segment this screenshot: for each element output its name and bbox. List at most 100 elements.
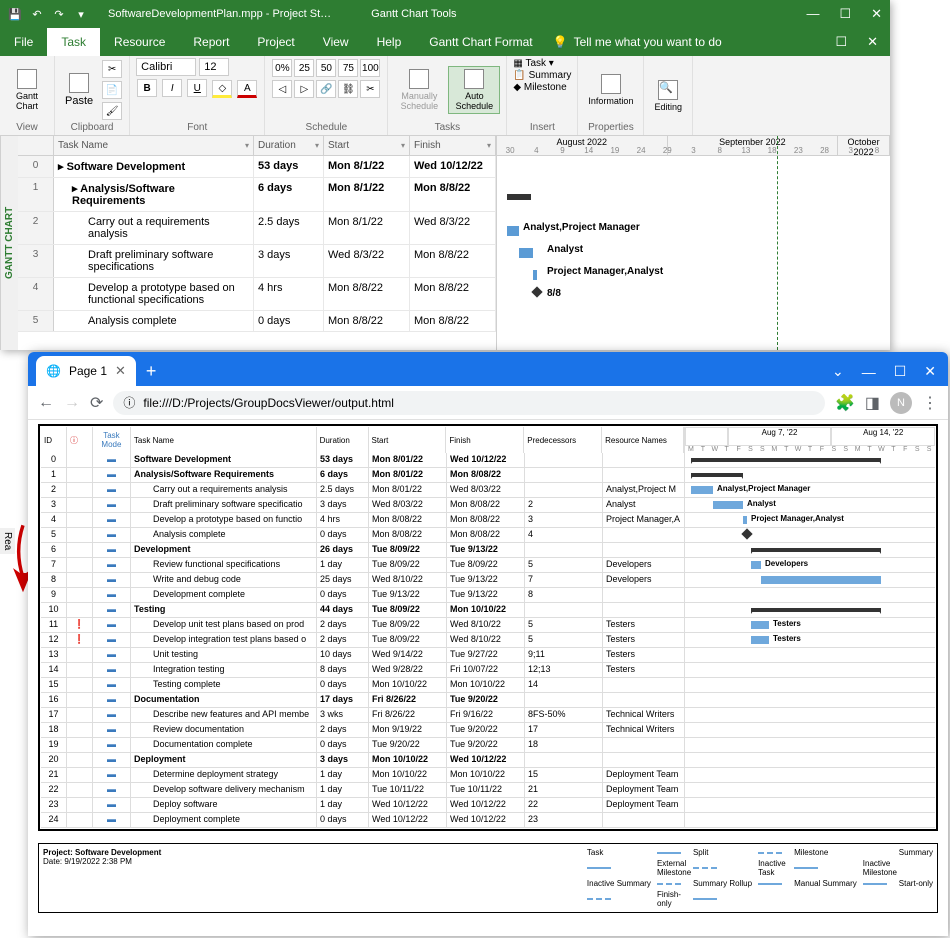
task-name-cell[interactable]: Develop a prototype based on functional …: [54, 278, 254, 310]
gantt-bar[interactable]: [519, 248, 533, 258]
qat-dropdown-icon[interactable]: ▾: [74, 8, 88, 21]
finish-cell[interactable]: Wed 8/3/22: [410, 212, 496, 244]
task-name-cell[interactable]: ▸ Software Development: [54, 156, 254, 177]
paste-button[interactable]: Paste: [61, 71, 97, 109]
tab-help[interactable]: Help: [363, 28, 416, 56]
underline-button[interactable]: U: [187, 79, 207, 97]
insert-summary-button[interactable]: 📋 Summary: [513, 70, 571, 81]
manual-schedule-button[interactable]: Manually Schedule: [394, 67, 444, 113]
duration-cell[interactable]: 6 days: [254, 178, 324, 211]
tab-project[interactable]: Project: [243, 28, 308, 56]
task-name-cell[interactable]: ▸ Analysis/Software Requirements: [54, 178, 254, 211]
save-icon[interactable]: 💾: [8, 8, 22, 21]
task-row[interactable]: 3 Draft preliminary software specificati…: [18, 245, 496, 278]
start-cell[interactable]: Wed 8/3/22: [324, 245, 410, 277]
unlink-button[interactable]: ⛓: [338, 80, 358, 98]
duration-cell[interactable]: 3 days: [254, 245, 324, 277]
split-button[interactable]: ✂: [360, 80, 380, 98]
undo-icon[interactable]: ↶: [30, 8, 44, 21]
panel-icon[interactable]: ◨: [865, 393, 880, 413]
new-tab-button[interactable]: +: [136, 356, 167, 386]
pct-75-button[interactable]: 75: [338, 59, 358, 77]
font-size-combo[interactable]: 12: [199, 58, 229, 76]
profile-avatar[interactable]: N: [890, 392, 912, 414]
insert-milestone-button[interactable]: ◆ Milestone: [513, 82, 566, 93]
finish-cell[interactable]: Mon 8/8/22: [410, 178, 496, 211]
browser-minimize-icon[interactable]: —: [862, 364, 876, 380]
back-icon[interactable]: ←: [38, 394, 54, 412]
browser-maximize-icon[interactable]: ☐: [894, 363, 907, 380]
italic-button[interactable]: I: [162, 79, 182, 97]
fill-color-button[interactable]: ◇: [212, 80, 232, 98]
task-row[interactable]: 5 Analysis complete 0 days Mon 8/8/22 Mo…: [18, 311, 496, 332]
gantt-chart-button[interactable]: Gantt Chart: [6, 67, 48, 113]
duration-cell[interactable]: 4 hrs: [254, 278, 324, 310]
browser-close-icon[interactable]: ✕: [924, 363, 936, 380]
gantt-bar[interactable]: [507, 226, 519, 236]
task-row[interactable]: 1 ▸ Analysis/Software Requirements 6 day…: [18, 178, 496, 212]
tellme-search[interactable]: 💡 Tell me what you want to do: [553, 28, 722, 56]
tab-close-icon[interactable]: ✕: [115, 363, 126, 379]
pct-100-button[interactable]: 100: [360, 59, 380, 77]
header-duration[interactable]: Duration▾: [254, 136, 324, 155]
minimize-icon[interactable]: —: [806, 6, 819, 22]
tab-resource[interactable]: Resource: [100, 28, 179, 56]
duration-cell[interactable]: 0 days: [254, 311, 324, 331]
close-icon[interactable]: ✕: [871, 6, 882, 22]
task-row[interactable]: 0 ▸ Software Development 53 days Mon 8/1…: [18, 156, 496, 178]
editing-button[interactable]: 🔍Editing: [650, 78, 686, 114]
tab-gantt-format[interactable]: Gantt Chart Format: [415, 28, 546, 56]
task-row[interactable]: 4 Develop a prototype based on functiona…: [18, 278, 496, 311]
redo-icon[interactable]: ↷: [52, 8, 66, 21]
task-name-cell[interactable]: Carry out a requirements analysis: [54, 212, 254, 244]
reload-icon[interactable]: ⟳: [90, 393, 103, 413]
start-cell[interactable]: Mon 8/1/22: [324, 212, 410, 244]
menu-icon[interactable]: ⋮: [922, 393, 938, 413]
address-bar[interactable]: ⓘ file:///D:/Projects/GroupDocsViewer/ou…: [113, 391, 825, 415]
pct-25-button[interactable]: 25: [294, 59, 314, 77]
format-painter-icon[interactable]: 🖌: [102, 102, 122, 120]
finish-cell[interactable]: Mon 8/8/22: [410, 311, 496, 331]
copy-icon[interactable]: 📄: [102, 81, 122, 99]
browser-tab[interactable]: 🌐 Page 1 ✕: [36, 356, 136, 386]
gantt-bar[interactable]: [507, 194, 531, 200]
task-name-cell[interactable]: Analysis complete: [54, 311, 254, 331]
tab-file[interactable]: File: [0, 28, 47, 56]
start-cell[interactable]: Mon 8/1/22: [324, 156, 410, 177]
start-cell[interactable]: Mon 8/8/22: [324, 278, 410, 310]
gantt-bar[interactable]: [533, 270, 537, 280]
font-name-combo[interactable]: Calibri: [136, 58, 196, 76]
extensions-icon[interactable]: 🧩: [835, 393, 855, 413]
start-cell[interactable]: Mon 8/8/22: [324, 311, 410, 331]
ribbon-minimize-icon[interactable]: ☐: [835, 34, 847, 50]
header-taskname[interactable]: Task Name▾: [54, 136, 254, 155]
indent-button[interactable]: ▷: [294, 80, 314, 98]
chevron-down-icon[interactable]: ▾: [245, 141, 249, 150]
task-row[interactable]: 2 Carry out a requirements analysis 2.5 …: [18, 212, 496, 245]
duration-cell[interactable]: 2.5 days: [254, 212, 324, 244]
insert-task-button[interactable]: ▦ Task ▾: [513, 58, 553, 69]
pct-50-button[interactable]: 50: [316, 59, 336, 77]
header-start[interactable]: Start▾: [324, 136, 410, 155]
maximize-icon[interactable]: ☐: [839, 6, 851, 22]
finish-cell[interactable]: Mon 8/8/22: [410, 278, 496, 310]
browser-chevron-down-icon[interactable]: ⌄: [832, 363, 844, 380]
forward-icon[interactable]: →: [64, 394, 80, 412]
font-color-button[interactable]: A: [237, 80, 257, 98]
header-finish[interactable]: Finish▾: [410, 136, 496, 155]
ribbon-close-icon[interactable]: ✕: [867, 34, 878, 50]
finish-cell[interactable]: Wed 10/12/22: [410, 156, 496, 177]
duration-cell[interactable]: 53 days: [254, 156, 324, 177]
pct-0-button[interactable]: 0%: [272, 59, 292, 77]
outdent-button[interactable]: ◁: [272, 80, 292, 98]
information-button[interactable]: Information: [584, 72, 637, 108]
milestone-icon[interactable]: [531, 286, 542, 297]
tab-view[interactable]: View: [309, 28, 363, 56]
task-name-cell[interactable]: Draft preliminary software specification…: [54, 245, 254, 277]
cut-icon[interactable]: ✂: [102, 60, 122, 78]
bold-button[interactable]: B: [137, 79, 157, 97]
start-cell[interactable]: Mon 8/1/22: [324, 178, 410, 211]
tab-report[interactable]: Report: [179, 28, 243, 56]
tab-task[interactable]: Task: [47, 28, 100, 56]
link-button[interactable]: 🔗: [316, 80, 336, 98]
